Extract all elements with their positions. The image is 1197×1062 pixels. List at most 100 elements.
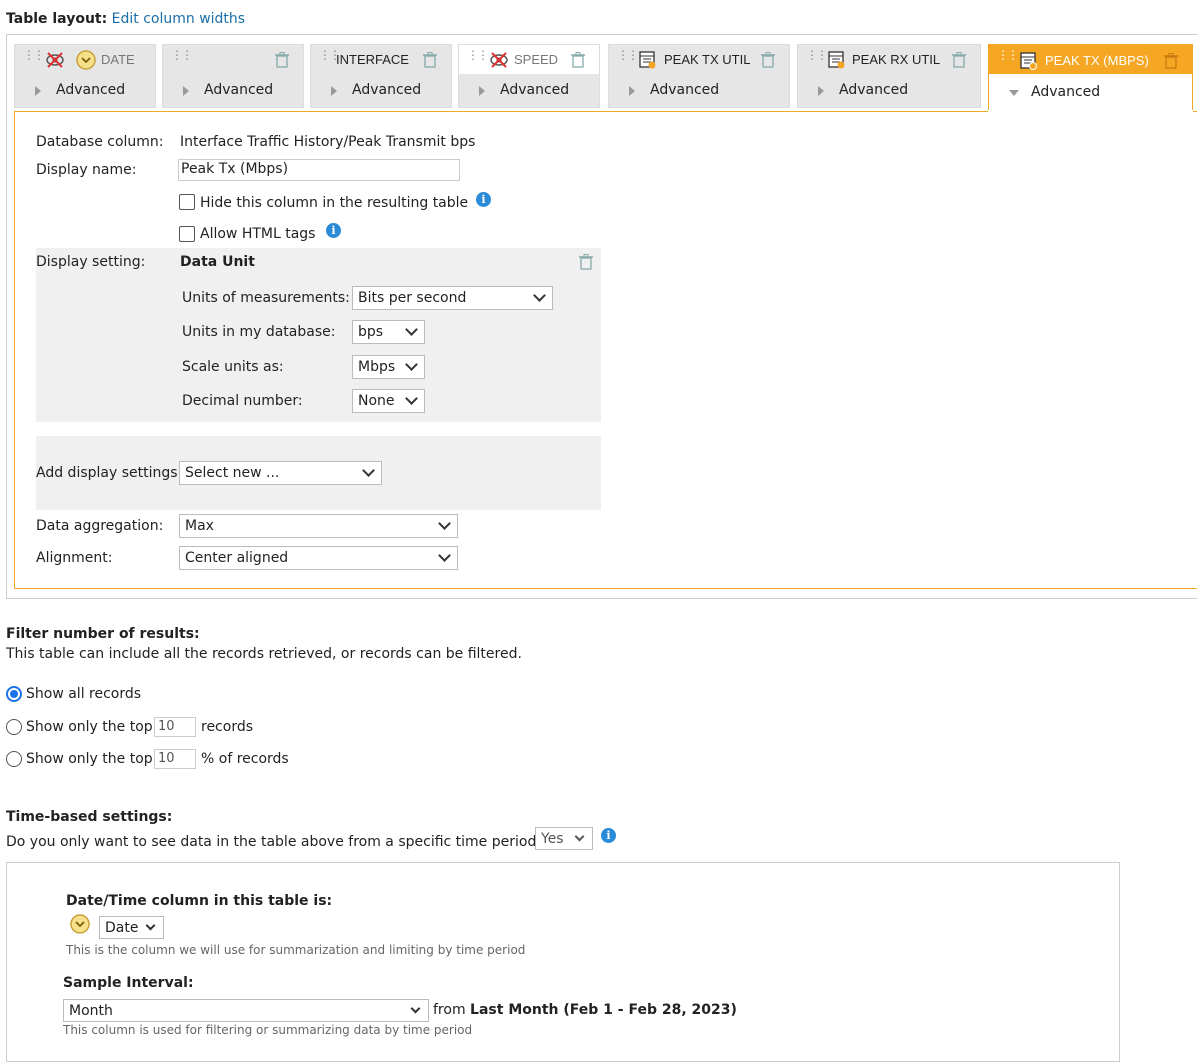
tab-date[interactable]: ⋮⋮ DATE <box>14 44 156 74</box>
tab-speed[interactable]: ⋮⋮ SPEED <box>458 44 600 74</box>
dt-column-hint: This is the column we will use for summa… <box>66 943 526 957</box>
db-column-label: Database column: <box>36 134 164 150</box>
chevron-down-icon <box>410 1003 421 1014</box>
tab-peak-tx-mbps-advanced[interactable]: Advanced <box>988 74 1193 112</box>
info-icon[interactable]: i <box>326 223 341 238</box>
allow-html-label: Allow HTML tags <box>200 226 316 242</box>
trash-icon[interactable] <box>275 52 289 68</box>
allow-html-checkbox[interactable] <box>179 226 195 242</box>
records-label: records <box>201 719 254 735</box>
time-period-select[interactable]: Yes <box>535 827 593 850</box>
show-top-percent-label: Show only the top <box>26 751 153 767</box>
add-display-label: Add display settings: <box>36 465 183 481</box>
collapse-caret-icon <box>1009 90 1019 96</box>
hidden-eye-icon <box>46 52 64 68</box>
advanced-label: Advanced <box>650 82 720 98</box>
from-range: from Last Month (Feb 1 - Feb 28, 2023) <box>433 1002 737 1018</box>
display-name-input[interactable]: Peak Tx (Mbps) <box>178 159 460 181</box>
tab-peak-tx-util-advanced[interactable]: Advanced <box>608 74 790 108</box>
display-setting-label: Display setting: <box>36 254 146 270</box>
tab-peak-tx-mbps-title: PEAK TX (MBPS) <box>1045 53 1149 68</box>
add-display-select[interactable]: Select new ... <box>179 461 382 485</box>
advanced-label: Advanced <box>204 82 274 98</box>
aggregation-select[interactable]: Max <box>179 514 458 538</box>
filter-desc: This table can include all the records r… <box>6 646 522 662</box>
trash-icon[interactable] <box>952 52 966 68</box>
expand-caret-icon <box>818 86 824 96</box>
calculated-column-icon <box>1020 52 1037 70</box>
active-tab-joiner <box>988 110 1193 113</box>
top-percent-input[interactable]: 10 <box>154 749 196 769</box>
add-display-value: Select new ... <box>185 465 280 481</box>
advanced-label: Advanced <box>500 82 570 98</box>
from-value: Last Month (Feb 1 - Feb 28, 2023) <box>470 1002 737 1018</box>
hidden-eye-icon <box>490 52 508 68</box>
edit-column-widths-link[interactable]: Edit column widths <box>112 11 245 27</box>
drag-handle-icon[interactable]: ⋮⋮ <box>806 49 828 61</box>
decimal-label: Decimal number: <box>182 393 303 409</box>
tab-peak-rx-util[interactable]: ⋮⋮ PEAK RX UTIL <box>797 44 981 74</box>
units-db-label: Units in my database: <box>182 324 336 340</box>
advanced-label: Advanced <box>56 82 126 98</box>
units-measure-select[interactable]: Bits per second <box>352 286 553 310</box>
show-top-percent-radio[interactable] <box>6 751 22 767</box>
drag-handle-icon[interactable]: ⋮⋮ <box>997 49 1019 61</box>
trash-icon[interactable] <box>579 254 593 270</box>
tab-date-advanced[interactable]: Advanced <box>14 74 156 108</box>
drag-handle-icon[interactable]: ⋮⋮ <box>171 49 193 61</box>
units-measure-label: Units of measurements: <box>182 290 350 306</box>
chevron-down-icon <box>405 392 418 405</box>
expand-caret-icon <box>629 86 635 96</box>
tab-interface[interactable]: ⋮⋮ INTERFACE <box>310 44 452 74</box>
info-icon[interactable]: i <box>601 828 616 843</box>
top-count-input[interactable]: 10 <box>154 717 196 737</box>
info-icon[interactable]: i <box>476 192 491 207</box>
hide-column-checkbox[interactable] <box>179 194 195 210</box>
dt-column-select[interactable]: Date <box>99 916 164 939</box>
tab-peak-tx-util-title: PEAK TX UTIL <box>664 52 751 67</box>
aggregation-label: Data aggregation: <box>36 518 164 534</box>
show-top-radio[interactable] <box>6 719 22 735</box>
chevron-down-icon <box>145 920 156 931</box>
time-question: Do you only want to see data in the tabl… <box>6 834 544 850</box>
alignment-select[interactable]: Center aligned <box>179 546 458 570</box>
trash-icon[interactable] <box>1164 53 1178 69</box>
tab-peak-tx-mbps[interactable]: ⋮⋮ PEAK TX (MBPS) <box>988 44 1193 74</box>
scale-select[interactable]: Mbps <box>352 355 425 379</box>
chevron-down-icon <box>362 464 375 477</box>
decimal-value: None <box>358 393 395 409</box>
alignment-label: Alignment: <box>36 550 113 566</box>
table-layout-label: Table layout: <box>6 11 108 27</box>
scale-label: Scale units as: <box>182 359 284 375</box>
show-all-radio[interactable] <box>6 686 22 702</box>
sample-interval-value: Month <box>69 1003 113 1019</box>
clock-icon <box>76 50 96 70</box>
dt-column-value: Date <box>105 920 139 936</box>
drag-handle-icon[interactable]: ⋮⋮ <box>23 49 45 61</box>
tab-date-title: DATE <box>101 52 135 67</box>
sample-interval-hint: This column is used for filtering or sum… <box>63 1023 473 1037</box>
show-top-label: Show only the top <box>26 719 153 735</box>
advanced-label: Advanced <box>839 82 909 98</box>
tab-interface-advanced[interactable]: Advanced <box>310 74 452 108</box>
trash-icon[interactable] <box>423 52 437 68</box>
drag-handle-icon[interactable]: ⋮⋮ <box>467 49 489 61</box>
tab-peak-rx-util-advanced[interactable]: Advanced <box>797 74 981 108</box>
calculated-column-icon <box>828 51 845 69</box>
tab-peak-tx-util[interactable]: ⋮⋮ PEAK TX UTIL <box>608 44 790 74</box>
trash-icon[interactable] <box>761 52 775 68</box>
drag-handle-icon[interactable]: ⋮⋮ <box>617 49 639 61</box>
tab-blank[interactable]: ⋮⋮ <box>162 44 304 74</box>
trash-icon[interactable] <box>571 52 585 68</box>
units-db-select[interactable]: bps <box>352 320 425 344</box>
time-settings-title: Time-based settings: <box>6 809 173 825</box>
sample-interval-title: Sample Interval: <box>63 975 194 991</box>
tab-speed-advanced[interactable]: Advanced <box>458 74 600 108</box>
time-period-value: Yes <box>541 831 564 847</box>
sample-interval-select[interactable]: Month <box>63 999 429 1022</box>
show-all-label: Show all records <box>26 686 142 702</box>
scale-value: Mbps <box>358 359 396 375</box>
tab-blank-advanced[interactable]: Advanced <box>162 74 304 108</box>
hide-column-label: Hide this column in the resulting table <box>200 195 469 211</box>
decimal-select[interactable]: None <box>352 389 425 413</box>
